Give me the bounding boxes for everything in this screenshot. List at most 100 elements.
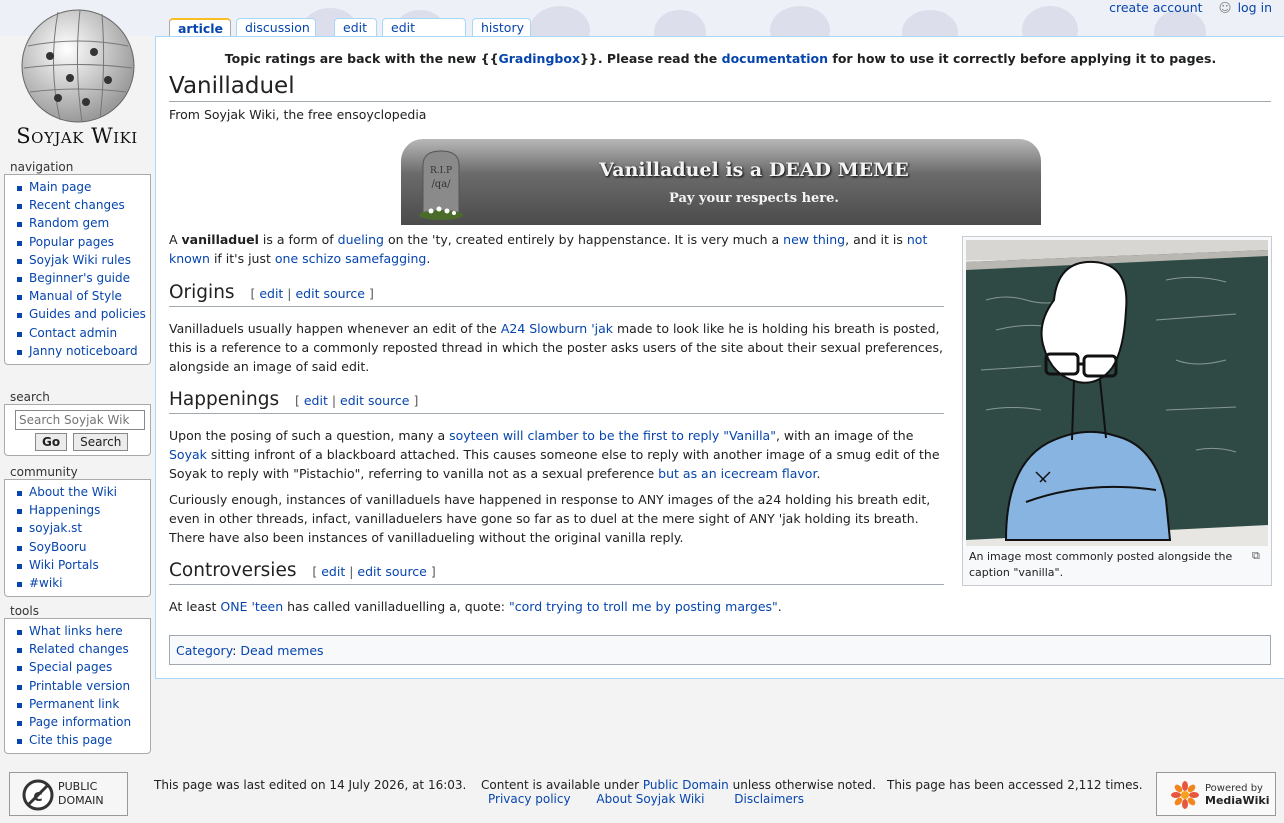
text: . [426,251,431,266]
search-input[interactable] [15,410,145,430]
sidebar-item-permanent-link[interactable]: Permanent link [15,695,146,713]
personal-tools: create account ☺ log in [1109,0,1272,15]
dead-meme-banner: R.I.P /qa/ Vanilladuel is a DEAD MEME Pa… [401,139,1041,225]
edit-source-link[interactable]: edit source [340,393,409,408]
sidebar-item-happenings[interactable]: Happenings [15,501,146,519]
footer-links: Privacy policy About Soyjak Wiki Disclai… [488,792,804,806]
sidebar-item-link[interactable]: Page information [29,715,131,729]
sidebar-item-manual-of-style[interactable]: Manual of Style [15,287,146,305]
sidebar-item-link[interactable]: #wiki [29,576,63,590]
public-domain-badge[interactable]: c PUBLIC DOMAIN [9,772,128,816]
go-button[interactable]: Go [35,433,68,451]
edit-source-link[interactable]: edit source [357,564,426,579]
badge-text: DOMAIN [58,794,104,807]
sidebar-item-link[interactable]: Special pages [29,660,112,674]
sidebar-item-related-changes[interactable]: Related changes [15,640,146,658]
site-logo[interactable]: Soyjak Wiki [4,6,150,156]
text: A [169,232,182,247]
sidebar-item-random-gem[interactable]: Random gem [15,214,146,232]
create-account-link[interactable]: create account [1109,0,1202,15]
tab-history[interactable]: history [472,18,531,36]
new-thing-link[interactable]: new thing [783,232,845,247]
sidebar-item-janny-noticeboard[interactable]: Janny noticeboard [15,342,146,360]
tab-article[interactable]: article [169,18,231,37]
icecream-flavor-link[interactable]: but as an icecream flavor [658,466,816,481]
quote-link[interactable]: "cord trying to troll me by posting marg… [509,599,778,614]
soyak-link[interactable]: Soyak [169,447,207,462]
tab-discussion[interactable]: discussion [236,18,316,36]
privacy-policy-link[interactable]: Privacy policy [488,792,571,806]
sidebar-item-link[interactable]: Happenings [29,503,100,517]
sidebar-item-about-the-wiki[interactable]: About the Wiki [15,483,146,501]
sidebar-item-recent-changes[interactable]: Recent changes [15,196,146,214]
sidebar-item-main-page[interactable]: Main page [15,178,146,196]
soyteen-link[interactable]: soyteen will clamber to be the first to … [449,428,776,443]
sidebar-item-link[interactable]: Popular pages [29,235,114,249]
tab-history-label: history [481,20,524,35]
search-button[interactable]: Search [73,433,129,451]
sidebar-item-link[interactable]: What links here [29,624,123,638]
sidebar-item-popular-pages[interactable]: Popular pages [15,233,146,251]
sidebar-item-soyjak-wiki-rules[interactable]: Soyjak Wiki rules [15,251,146,269]
sidebar-item-link[interactable]: Janny noticeboard [29,344,138,358]
edit-link[interactable]: edit [259,286,283,301]
sidebar-item-beginner-s-guide[interactable]: Beginner's guide [15,269,146,287]
edit-link[interactable]: edit [304,393,328,408]
sidebar-item-link[interactable]: Wiki Portals [29,558,99,572]
portal-body: What links here Related changes Special pa… [4,618,151,755]
samefagging-link[interactable]: one schizo samefagging [275,251,427,266]
sidebar-item-link[interactable]: Permanent link [29,697,119,711]
powered-by-mediawiki-badge[interactable]: Powered by MediaWiki [1156,772,1276,816]
sidebar-item-soyjak-st[interactable]: soyjak.st [15,519,146,537]
sidebar-item-link[interactable]: Guides and policies [29,307,146,321]
gradingbox-link[interactable]: Gradingbox [498,51,580,66]
site-notice: Topic ratings are back with the new {{Gr… [156,51,1284,66]
sidebar-item-link[interactable]: SoyBooru [29,540,87,554]
sidebar-item-printable-version[interactable]: Printable version [15,677,146,695]
sidebar-item-link[interactable]: Random gem [29,216,109,230]
text: sitting infront of a blackboard attached… [169,447,940,481]
sidebar-item-link[interactable]: Printable version [29,679,130,693]
tab-edit[interactable]: edit [334,18,377,36]
sidebar-item-page-information[interactable]: Page information [15,713,146,731]
disclaimers-link[interactable]: Disclaimers [734,792,804,806]
sidebar-item-link[interactable]: soyjak.st [29,521,82,535]
view-count: This page has been accessed 2,112 times. [887,778,1143,792]
sidebar-item-link[interactable]: Beginner's guide [29,271,130,285]
sidebar-item-link[interactable]: Contact admin [29,326,117,340]
public-domain-link[interactable]: Public Domain [643,778,729,792]
sidebar-item-link[interactable]: About the Wiki [29,485,117,499]
sidebar-item-link[interactable]: Related changes [29,642,129,656]
category-dead-memes-link[interactable]: Dead memes [240,643,323,658]
one-teen-link[interactable]: ONE 'teen [220,599,283,614]
a24-slowburn-link[interactable]: A24 Slowburn 'jak [501,321,613,336]
sidebar-item-link[interactable]: Main page [29,180,91,194]
enlarge-icon[interactable]: ⧉ [1252,549,1260,563]
log-in-link[interactable]: log in [1238,0,1272,15]
sidebar-item-link[interactable]: Cite this page [29,733,112,747]
sidebar-item-contact-admin[interactable]: Contact admin [15,324,146,342]
sidebar-item-link[interactable]: Manual of Style [29,289,122,303]
edit-link[interactable]: edit [321,564,345,579]
sidebar-item-what-links-here[interactable]: What links here [15,622,146,640]
text: has called vanilladuelling a, quote: [283,599,509,614]
category-label-link[interactable]: Category [176,643,232,658]
sidebar-item-wiki[interactable]: #wiki [15,574,146,592]
soyjak-blackboard-image[interactable] [966,240,1268,546]
dueling-link[interactable]: dueling [338,232,384,247]
portal-body: Go Search [4,404,151,456]
documentation-link[interactable]: documentation [722,51,828,66]
text: unless otherwise noted. [728,778,876,792]
sidebar-item-link[interactable]: Recent changes [29,198,125,212]
sidebar-item-special-pages[interactable]: Special pages [15,658,146,676]
sidebar-item-soybooru[interactable]: SoyBooru [15,538,146,556]
edit-source-link[interactable]: edit source [295,286,364,301]
tab-edit-source[interactable]: edit source [382,18,466,50]
badge-text: PUBLIC [58,780,98,793]
origins-paragraph: Vanilladuels usually happen whenever an … [169,319,944,376]
sidebar-item-cite-this-page[interactable]: Cite this page [15,731,146,749]
sidebar-item-wiki-portals[interactable]: Wiki Portals [15,556,146,574]
about-link[interactable]: About Soyjak Wiki [596,792,704,806]
sidebar-item-link[interactable]: Soyjak Wiki rules [29,253,131,267]
sidebar-item-guides-and-policies[interactable]: Guides and policies [15,305,146,323]
